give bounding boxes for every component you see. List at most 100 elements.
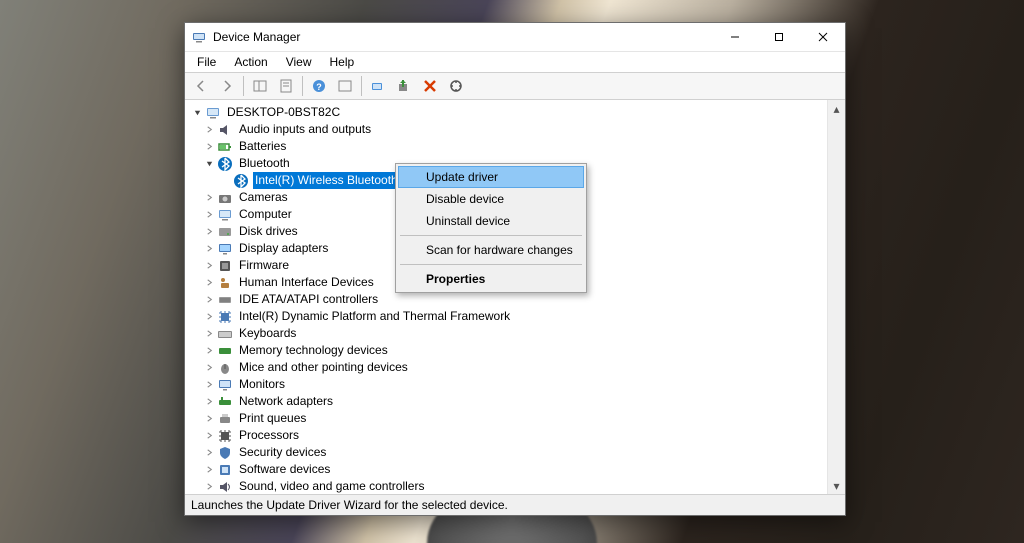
category-label: Keyboards <box>237 325 298 342</box>
category-label: Audio inputs and outputs <box>237 121 373 138</box>
chevron-right-icon[interactable] <box>201 122 217 138</box>
firmware-icon <box>217 258 233 274</box>
computer-icon <box>205 105 221 121</box>
tree-category[interactable]: Print queues <box>185 410 827 427</box>
scroll-up-icon[interactable]: ▴ <box>828 100 845 117</box>
chevron-right-icon[interactable] <box>201 309 217 325</box>
chevron-right-icon[interactable] <box>201 377 217 393</box>
chevron-right-icon[interactable] <box>201 343 217 359</box>
menu-action[interactable]: Action <box>226 53 275 71</box>
menu-file[interactable]: File <box>189 53 224 71</box>
uninstall-button[interactable] <box>392 74 416 98</box>
desktop-background: Device Manager File Action View Help ? <box>0 0 1024 543</box>
chevron-right-icon[interactable] <box>201 139 217 155</box>
forward-button[interactable] <box>215 74 239 98</box>
menu-view[interactable]: View <box>278 53 320 71</box>
minimize-button[interactable] <box>713 23 757 51</box>
tree-category[interactable]: Memory technology devices <box>185 342 827 359</box>
chevron-down-icon[interactable] <box>201 156 217 172</box>
chevron-right-icon[interactable] <box>201 207 217 223</box>
tree-root[interactable]: DESKTOP-0BST82C <box>185 104 827 121</box>
hid-icon <box>217 275 233 291</box>
tree-category[interactable]: Intel(R) Dynamic Platform and Thermal Fr… <box>185 308 827 325</box>
chevron-right-icon[interactable] <box>201 275 217 291</box>
category-label: Cameras <box>237 189 290 206</box>
category-label: Display adapters <box>237 240 330 257</box>
monitor-icon <box>217 377 233 393</box>
menu-item-label: Properties <box>426 272 485 286</box>
toolbar-separator <box>302 76 303 96</box>
update-driver-button[interactable] <box>366 74 390 98</box>
menu-item-update-driver[interactable]: Update driver <box>398 166 584 188</box>
chevron-right-icon[interactable] <box>201 462 217 478</box>
device-manager-icon <box>191 29 207 45</box>
vertical-scrollbar[interactable]: ▴ ▾ <box>827 100 845 494</box>
tree-category[interactable]: Monitors <box>185 376 827 393</box>
statusbar: Launches the Update Driver Wizard for th… <box>185 494 845 515</box>
security-icon <box>217 445 233 461</box>
category-label: IDE ATA/ATAPI controllers <box>237 291 380 308</box>
help-button[interactable]: ? <box>307 74 331 98</box>
tree-category[interactable]: Software devices <box>185 461 827 478</box>
action-button[interactable] <box>333 74 357 98</box>
category-label: Print queues <box>237 410 308 427</box>
chevron-right-icon[interactable] <box>201 326 217 342</box>
toolbar-separator <box>243 76 244 96</box>
device-tree[interactable]: DESKTOP-0BST82C Audio inputs and outputs… <box>185 100 827 494</box>
statusbar-text: Launches the Update Driver Wizard for th… <box>191 498 508 512</box>
bluetooth-icon <box>217 156 233 172</box>
battery-icon <box>217 139 233 155</box>
chevron-right-icon[interactable] <box>201 190 217 206</box>
tree-category[interactable]: Security devices <box>185 444 827 461</box>
content-area: DESKTOP-0BST82C Audio inputs and outputs… <box>185 100 845 494</box>
tree-category[interactable]: Network adapters <box>185 393 827 410</box>
network-icon <box>217 394 233 410</box>
tree-category[interactable]: Mice and other pointing devices <box>185 359 827 376</box>
tree-category[interactable]: Audio inputs and outputs <box>185 121 827 138</box>
menu-help[interactable]: Help <box>322 53 363 71</box>
menu-item-uninstall-device[interactable]: Uninstall device <box>398 210 584 232</box>
menu-item-scan-hardware[interactable]: Scan for hardware changes <box>398 239 584 261</box>
tree-category[interactable]: Sound, video and game controllers <box>185 478 827 494</box>
show-hide-tree-button[interactable] <box>248 74 272 98</box>
menu-item-label: Disable device <box>426 192 504 206</box>
category-label: Processors <box>237 427 301 444</box>
menubar: File Action View Help <box>185 52 845 72</box>
close-button[interactable] <box>801 23 845 51</box>
disable-button[interactable] <box>418 74 442 98</box>
ide-icon <box>217 292 233 308</box>
menu-item-label: Update driver <box>426 170 498 184</box>
properties-button[interactable] <box>274 74 298 98</box>
chevron-right-icon[interactable] <box>201 445 217 461</box>
device-label: Intel(R) Wireless Bluetooth(R) <box>253 172 416 189</box>
back-button[interactable] <box>189 74 213 98</box>
menu-item-disable-device[interactable]: Disable device <box>398 188 584 210</box>
chevron-right-icon[interactable] <box>201 411 217 427</box>
chevron-right-icon[interactable] <box>201 394 217 410</box>
computer-icon <box>217 207 233 223</box>
titlebar[interactable]: Device Manager <box>185 23 845 52</box>
category-label: Batteries <box>237 138 288 155</box>
category-label: Sound, video and game controllers <box>237 478 426 494</box>
tree-category[interactable]: Keyboards <box>185 325 827 342</box>
chevron-right-icon[interactable] <box>201 479 217 495</box>
chevron-right-icon[interactable] <box>201 258 217 274</box>
tree-category[interactable]: Processors <box>185 427 827 444</box>
category-label: Computer <box>237 206 294 223</box>
scroll-down-icon[interactable]: ▾ <box>828 477 845 494</box>
mouse-icon <box>217 360 233 376</box>
chevron-right-icon[interactable] <box>201 360 217 376</box>
chevron-right-icon[interactable] <box>201 224 217 240</box>
chevron-right-icon[interactable] <box>201 428 217 444</box>
menu-item-properties[interactable]: Properties <box>398 268 584 290</box>
tree-category[interactable]: IDE ATA/ATAPI controllers <box>185 291 827 308</box>
chevron-right-icon[interactable] <box>201 241 217 257</box>
software-icon <box>217 462 233 478</box>
chevron-right-icon[interactable] <box>201 292 217 308</box>
category-label: Bluetooth <box>237 155 292 172</box>
tree-category[interactable]: Batteries <box>185 138 827 155</box>
category-label: Security devices <box>237 444 328 461</box>
maximize-button[interactable] <box>757 23 801 51</box>
chevron-down-icon[interactable] <box>189 105 205 121</box>
scan-hardware-button[interactable] <box>444 74 468 98</box>
